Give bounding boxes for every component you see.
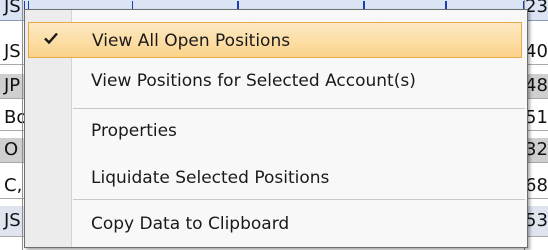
grid-cell[interactable]: JP [4,75,20,97]
grid-cell[interactable]: JS [4,41,21,63]
grid-cell[interactable]: 48 [525,75,548,97]
grid-cell[interactable]: 23 [525,0,548,18]
checkmark-icon [44,32,58,45]
menu-item-view-positions-selected-accounts[interactable]: View Positions for Selected Account(s) [28,63,522,99]
menu-item-properties[interactable]: Properties [28,113,522,149]
context-menu: View All Open Positions View Positions f… [24,9,528,248]
grid-cell[interactable]: 68 [525,175,548,197]
grid-cell[interactable]: JS [4,0,21,18]
grid-cell[interactable]: O [4,139,18,161]
menu-separator [73,199,525,200]
menu-item-label: Liquidate Selected Positions [91,168,330,188]
grid-cell[interactable]: 53 [525,210,548,232]
grid-cell[interactable]: 51 [525,107,548,129]
menu-item-liquidate-selected-positions[interactable]: Liquidate Selected Positions [28,160,522,196]
grid-divider [22,0,23,250]
menu-item-view-all-open-positions[interactable]: View All Open Positions [28,22,522,58]
menu-item-label: View Positions for Selected Account(s) [91,71,416,91]
grid-cell[interactable]: C, [4,175,22,197]
grid-cell[interactable]: 32 [525,139,548,161]
menu-item-label: Copy Data to Clipboard [91,214,290,234]
menu-separator [73,108,525,109]
grid-cell[interactable]: JS [4,210,21,232]
grid-cell[interactable]: 40 [525,41,548,63]
menu-item-copy-data-to-clipboard[interactable]: Copy Data to Clipboard [28,206,522,242]
menu-item-label: View All Open Positions [92,31,291,51]
menu-item-label: Properties [91,121,177,141]
